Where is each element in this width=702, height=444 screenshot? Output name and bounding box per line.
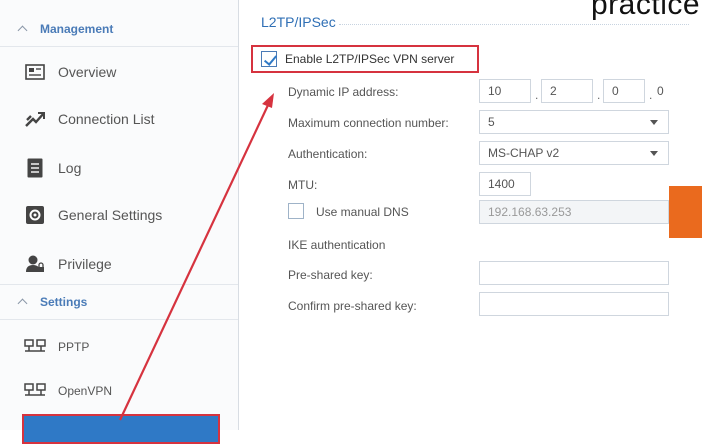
callout-arrow	[119, 93, 274, 421]
app-frame: Management Overview Connection List Log	[0, 0, 702, 444]
